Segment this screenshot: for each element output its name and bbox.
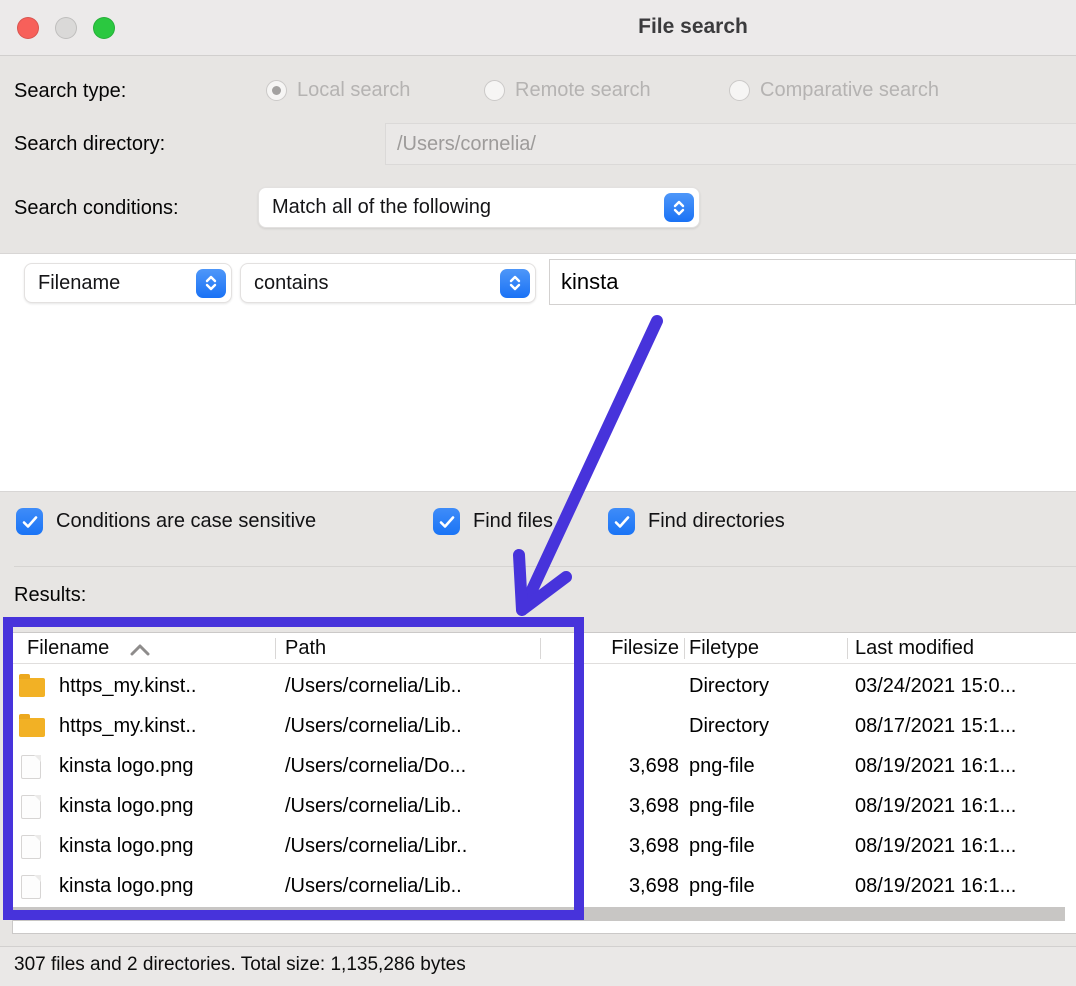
- checkmark-icon: [433, 508, 460, 535]
- column-header-last-modified[interactable]: Last modified: [855, 637, 974, 660]
- cell-filename: kinsta logo.png: [59, 875, 271, 898]
- condition-field-value: Filename: [38, 272, 120, 295]
- table-row[interactable]: kinsta logo.png /Users/cornelia/Libr.. 3…: [13, 827, 1076, 867]
- file-search-window: File search Search type: Local search Re…: [0, 0, 1076, 986]
- column-header-filesize[interactable]: Filesize: [559, 637, 679, 660]
- cell-path: /Users/cornelia/Do...: [285, 755, 540, 778]
- cell-filesize: 3,698: [559, 875, 679, 898]
- radio-comparative-search[interactable]: Comparative search: [729, 79, 939, 102]
- checkmark-icon: [16, 508, 43, 535]
- cell-filesize: 3,698: [559, 795, 679, 818]
- checkbox-label: Find directories: [648, 510, 785, 533]
- chevron-up-down-icon: [500, 269, 530, 298]
- cell-filesize: 3,698: [559, 755, 679, 778]
- cell-path: /Users/cornelia/Lib..: [285, 875, 540, 898]
- search-type-label: Search type:: [14, 80, 126, 103]
- cell-last-modified: 08/19/2021 16:1...: [855, 835, 1075, 858]
- table-header: Filename Path Filesize Filetype Last mod…: [13, 633, 1076, 664]
- checkbox-find-directories[interactable]: Find directories: [608, 508, 785, 535]
- file-icon: [19, 875, 47, 899]
- horizontal-scrollbar[interactable]: [13, 907, 1065, 921]
- condition-value-input[interactable]: [549, 259, 1076, 305]
- radio-icon: [266, 80, 287, 101]
- match-mode-value: Match all of the following: [272, 196, 491, 219]
- checkbox-label: Find files: [473, 510, 553, 533]
- cell-filename: https_my.kinst..: [59, 715, 271, 738]
- cell-filetype: png-file: [689, 875, 849, 898]
- cell-filetype: png-file: [689, 755, 849, 778]
- search-directory-label: Search directory:: [14, 133, 165, 156]
- file-icon: [19, 755, 47, 779]
- table-row[interactable]: https_my.kinst.. /Users/cornelia/Lib.. D…: [13, 667, 1076, 707]
- cell-last-modified: 08/19/2021 16:1...: [855, 875, 1075, 898]
- table-row[interactable]: https_my.kinst.. /Users/cornelia/Lib.. D…: [13, 707, 1076, 747]
- condition-operator-select[interactable]: contains: [240, 263, 536, 303]
- cell-filename: https_my.kinst..: [59, 675, 271, 698]
- table-row[interactable]: kinsta logo.png /Users/cornelia/Do... 3,…: [13, 747, 1076, 787]
- minimize-window-icon[interactable]: [55, 17, 77, 39]
- column-divider[interactable]: [847, 638, 848, 659]
- condition-operator-value: contains: [254, 272, 329, 295]
- file-icon: [19, 835, 47, 859]
- radio-label: Local search: [297, 79, 410, 102]
- file-icon: [19, 795, 47, 819]
- radio-label: Remote search: [515, 79, 651, 102]
- folder-icon: [19, 715, 47, 739]
- column-divider[interactable]: [275, 638, 276, 659]
- radio-label: Comparative search: [760, 79, 939, 102]
- folder-icon: [19, 675, 47, 699]
- radio-remote-search[interactable]: Remote search: [484, 79, 651, 102]
- radio-icon: [484, 80, 505, 101]
- status-text: 307 files and 2 directories. Total size:…: [14, 954, 466, 976]
- cell-last-modified: 03/24/2021 15:0...: [855, 675, 1075, 698]
- checkmark-icon: [608, 508, 635, 535]
- cell-last-modified: 08/19/2021 16:1...: [855, 755, 1075, 778]
- close-window-icon[interactable]: [17, 17, 39, 39]
- cell-last-modified: 08/19/2021 16:1...: [855, 795, 1075, 818]
- radio-icon: [729, 80, 750, 101]
- cell-path: /Users/cornelia/Lib..: [285, 795, 540, 818]
- cell-filesize: 3,698: [559, 835, 679, 858]
- radio-local-search[interactable]: Local search: [266, 79, 410, 102]
- cell-filetype: Directory: [689, 675, 849, 698]
- section-divider: [14, 566, 1076, 567]
- cell-filetype: png-file: [689, 835, 849, 858]
- chevron-up-down-icon: [196, 269, 226, 298]
- window-title: File search: [638, 15, 748, 39]
- cell-filetype: Directory: [689, 715, 849, 738]
- column-divider[interactable]: [540, 638, 541, 659]
- cell-filename: kinsta logo.png: [59, 755, 271, 778]
- cell-filename: kinsta logo.png: [59, 795, 271, 818]
- checkbox-case-sensitive[interactable]: Conditions are case sensitive: [16, 508, 316, 535]
- table-row[interactable]: kinsta logo.png /Users/cornelia/Lib.. 3,…: [13, 787, 1076, 827]
- column-header-path[interactable]: Path: [285, 637, 326, 660]
- cell-path: /Users/cornelia/Libr..: [285, 835, 540, 858]
- cell-filename: kinsta logo.png: [59, 835, 271, 858]
- checkbox-find-files[interactable]: Find files: [433, 508, 553, 535]
- chevron-up-down-icon: [664, 193, 694, 222]
- status-bar: 307 files and 2 directories. Total size:…: [0, 947, 1076, 986]
- cell-path: /Users/cornelia/Lib..: [285, 715, 540, 738]
- cell-last-modified: 08/17/2021 15:1...: [855, 715, 1075, 738]
- table-row[interactable]: kinsta logo.png /Users/cornelia/Lib.. 3,…: [13, 867, 1076, 907]
- results-label: Results:: [14, 584, 86, 607]
- search-conditions-label: Search conditions:: [14, 197, 179, 220]
- cell-path: /Users/cornelia/Lib..: [285, 675, 540, 698]
- condition-field-select[interactable]: Filename: [24, 263, 232, 303]
- column-header-filename[interactable]: Filename: [27, 637, 109, 660]
- search-directory-input[interactable]: [385, 123, 1076, 165]
- column-divider[interactable]: [684, 638, 685, 659]
- column-header-filetype[interactable]: Filetype: [689, 637, 759, 660]
- sort-ascending-icon: [129, 643, 151, 661]
- checkbox-label: Conditions are case sensitive: [56, 510, 316, 533]
- match-mode-select[interactable]: Match all of the following: [258, 187, 700, 228]
- zoom-window-icon[interactable]: [93, 17, 115, 39]
- title-bar: File search: [0, 0, 1076, 56]
- cell-filetype: png-file: [689, 795, 849, 818]
- results-table: Filename Path Filesize Filetype Last mod…: [12, 632, 1076, 934]
